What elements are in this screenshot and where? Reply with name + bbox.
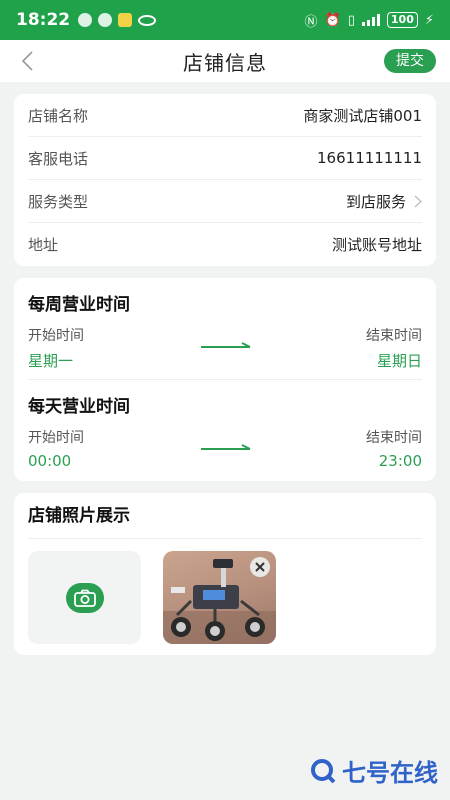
weekly-end-picker[interactable]: 结束时间 星期日 (366, 325, 422, 371)
address-row[interactable]: 地址 测试账号地址 (28, 223, 422, 266)
address-label: 地址 (28, 236, 59, 254)
weekly-end-value: 星期日 (376, 352, 422, 370)
upload-photo-button[interactable] (28, 551, 141, 644)
watermark-logo-icon (311, 758, 336, 783)
battery-icon: 100 (386, 12, 418, 28)
vibrate-icon: ▯ (347, 12, 355, 28)
daily-hours-section: 每天营业时间 开始时间 00:00 结束时间 23:00 (28, 379, 422, 480)
store-photos-title: 店铺照片展示 (28, 493, 422, 539)
store-photo-thumbnail[interactable] (163, 551, 276, 644)
weekly-end-label: 结束时间 (366, 328, 422, 344)
service-phone-row[interactable]: 客服电话 16611111111 (28, 137, 422, 180)
address-value: 测试账号地址 (331, 236, 422, 254)
watermark-text: 七号在线 (342, 759, 438, 787)
signal-icon (361, 14, 380, 26)
daily-start-value: 00:00 (28, 452, 72, 470)
store-name-label: 店铺名称 (28, 106, 89, 125)
arrow-right-icon (201, 342, 251, 348)
submit-button[interactable]: 提交 (384, 49, 436, 73)
daily-start-picker[interactable]: 开始时间 00:00 (28, 427, 84, 470)
store-name-value: 商家测试店铺001 (303, 106, 422, 125)
service-type-value: 到店服务 (345, 192, 406, 211)
remove-photo-button[interactable] (250, 557, 270, 577)
page-title: 店铺信息 (183, 50, 267, 75)
message-notification-icon (118, 13, 133, 27)
nfc-icon: Ⓝ (304, 14, 318, 30)
status-time: 18:22 (16, 10, 71, 30)
status-bar: 18:22 Ⓝ ⏰ ▯ 100 ⚡ (0, 0, 450, 40)
weekly-hours-section: 每周营业时间 开始时间 星期一 结束时间 星期日 (28, 278, 422, 379)
watermark: 七号在线 (310, 753, 438, 788)
weekly-hours-title: 每周营业时间 (28, 295, 130, 315)
app-notification-icon (78, 13, 93, 27)
daily-end-value: 23:00 (378, 452, 422, 470)
notification-icons (78, 13, 157, 27)
daily-end-picker[interactable]: 结束时间 23:00 (366, 427, 422, 470)
service-phone-value: 16611111111 (317, 149, 422, 167)
back-arrow-icon[interactable] (20, 51, 36, 71)
daily-start-label: 开始时间 (28, 430, 84, 446)
alarm-icon: ⏰ (324, 12, 341, 28)
store-info-card: 店铺名称 商家测试店铺001 客服电话 16611111111 服务类型 到店服… (14, 94, 436, 266)
nav-bar: 店铺信息 提交 (0, 40, 450, 82)
store-photos-card: 店铺照片展示 (14, 493, 436, 655)
weekly-start-picker[interactable]: 开始时间 星期一 (28, 325, 84, 371)
store-name-row[interactable]: 店铺名称 商家测试店铺001 (28, 94, 422, 137)
eye-icon (138, 14, 157, 26)
camera-icon (65, 582, 104, 613)
service-type-label: 服务类型 (28, 192, 89, 211)
weekly-start-label: 开始时间 (28, 328, 84, 344)
weekly-start-value: 星期一 (28, 352, 74, 370)
daily-hours-title: 每天营业时间 (28, 397, 130, 417)
service-type-row[interactable]: 服务类型 到店服务 (28, 180, 422, 223)
chevron-right-icon (414, 195, 422, 207)
business-hours-card: 每周营业时间 开始时间 星期一 结束时间 星期日 每天营业时间 开始时间 00:… (14, 278, 436, 481)
service-phone-label: 客服电话 (28, 149, 89, 168)
daily-end-label: 结束时间 (366, 430, 422, 446)
app-notification-icon (98, 13, 113, 27)
close-icon (255, 562, 265, 572)
system-status: Ⓝ ⏰ ▯ 100 ⚡ (305, 11, 434, 30)
charging-icon: ⚡ (424, 12, 434, 28)
arrow-right-icon (201, 444, 251, 450)
